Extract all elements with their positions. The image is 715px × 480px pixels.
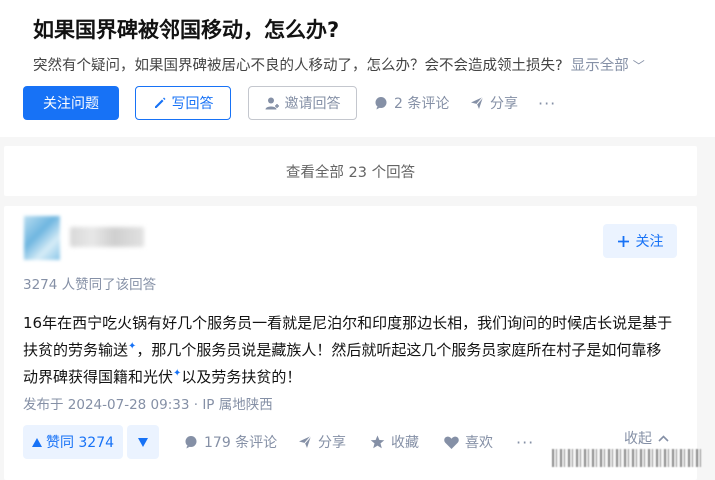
follow-question-button[interactable]: 关注问题 — [23, 86, 119, 120]
share-icon — [470, 96, 484, 110]
show-all-link[interactable]: 显示全部 — [571, 58, 629, 74]
answer-comments-button[interactable]: 179 条评论 — [184, 425, 277, 459]
votes-summary: 3274 人赞同了该回答 — [23, 277, 157, 293]
collapse-button[interactable]: 收起 — [624, 428, 669, 448]
author-name-blurred[interactable] — [70, 227, 144, 247]
answer-link-labor[interactable]: 扶贫的劳务输送 — [23, 341, 128, 359]
answer-share-button[interactable]: 分享 — [298, 425, 346, 459]
upvote-label: 赞同 3274 — [45, 435, 115, 451]
comment-icon — [184, 435, 198, 449]
answer-text-1: 16年在西宁吃火锅有好几个服务员一看就是尼泊尔和印度那边长相，我们询问的时候店长… — [23, 314, 673, 332]
avatar[interactable] — [24, 216, 60, 260]
publish-time[interactable]: 发布于 2024-07-28 09:33 · IP 属地陕西 — [23, 393, 273, 413]
question-description: 突然有个疑问，如果国界碑被居心不良的人移动了，怎么办？会不会造成领土损失? 显示全… — [33, 54, 645, 75]
question-title[interactable]: 如果国界碑被邻国移动，怎么办? — [33, 14, 339, 44]
invite-answer-button[interactable]: 邀请回答 — [248, 86, 357, 120]
answer-more-button[interactable]: ··· — [516, 425, 534, 459]
star-icon — [370, 435, 385, 449]
question-comments-button[interactable]: 2 条评论 — [374, 86, 449, 120]
follow-author-button[interactable]: 关注 — [603, 224, 677, 258]
question-description-text: 突然有个疑问，如果国界碑被居心不良的人移动了，怎么办？会不会造成领土损失? — [33, 58, 563, 74]
answer-comments-label: 179 条评论 — [204, 435, 278, 451]
collect-label: 收藏 — [391, 435, 419, 451]
write-answer-label: 写回答 — [171, 96, 214, 112]
answer-share-label: 分享 — [318, 435, 346, 451]
view-all-answers-button[interactable]: 查看全部 23 个回答 — [4, 146, 697, 196]
answer-text-2: ，那几个服务员说是藏族人！然后就听起这几个服务员家庭所在村子是如何靠移 — [136, 341, 662, 359]
invite-user-icon — [265, 96, 280, 111]
invite-answer-label: 邀请回答 — [284, 96, 341, 112]
page-background-edge — [700, 137, 715, 480]
watermark — [552, 449, 702, 467]
triangle-down-icon — [138, 437, 148, 447]
question-share-button[interactable]: 分享 — [470, 86, 518, 120]
heart-icon — [444, 436, 459, 449]
pencil-icon — [153, 96, 167, 110]
question-comments-label: 2 条评论 — [394, 96, 450, 112]
answer-text-4: 以及劳务扶贫的！ — [181, 368, 302, 386]
write-answer-button[interactable]: 写回答 — [135, 86, 231, 120]
downvote-button[interactable] — [127, 425, 159, 459]
collect-button[interactable]: 收藏 — [370, 425, 419, 459]
answer-link-solar[interactable]: 光伏 — [143, 368, 173, 386]
follow-author-label: 关注 — [635, 234, 664, 250]
share-icon — [298, 435, 312, 449]
collapse-label: 收起 — [624, 431, 652, 447]
comment-icon — [374, 96, 388, 110]
like-button[interactable]: 喜欢 — [444, 425, 493, 459]
plus-icon — [617, 235, 630, 248]
chevron-down-icon[interactable]: ﹀ — [633, 59, 645, 73]
question-more-button[interactable]: ··· — [538, 86, 556, 120]
answer-text-3: 动界碑获得国籍和 — [23, 368, 144, 386]
triangle-up-icon — [31, 437, 42, 447]
chevron-up-icon — [658, 434, 669, 442]
answer-card: 关注 3274 人赞同了该回答 16年在西宁吃火锅有好几个服务员一看就是尼泊尔和… — [4, 206, 697, 480]
like-label: 喜欢 — [465, 435, 493, 451]
question-card: 如果国界碑被邻国移动，怎么办? 突然有个疑问，如果国界碑被居心不良的人移动了，怎… — [0, 0, 715, 137]
answer-body: 16年在西宁吃火锅有好几个服务员一看就是尼泊尔和印度那边长相，我们询问的时候店长… — [23, 311, 683, 389]
upvote-button[interactable]: 赞同 3274 — [23, 425, 123, 459]
question-share-label: 分享 — [490, 96, 518, 112]
